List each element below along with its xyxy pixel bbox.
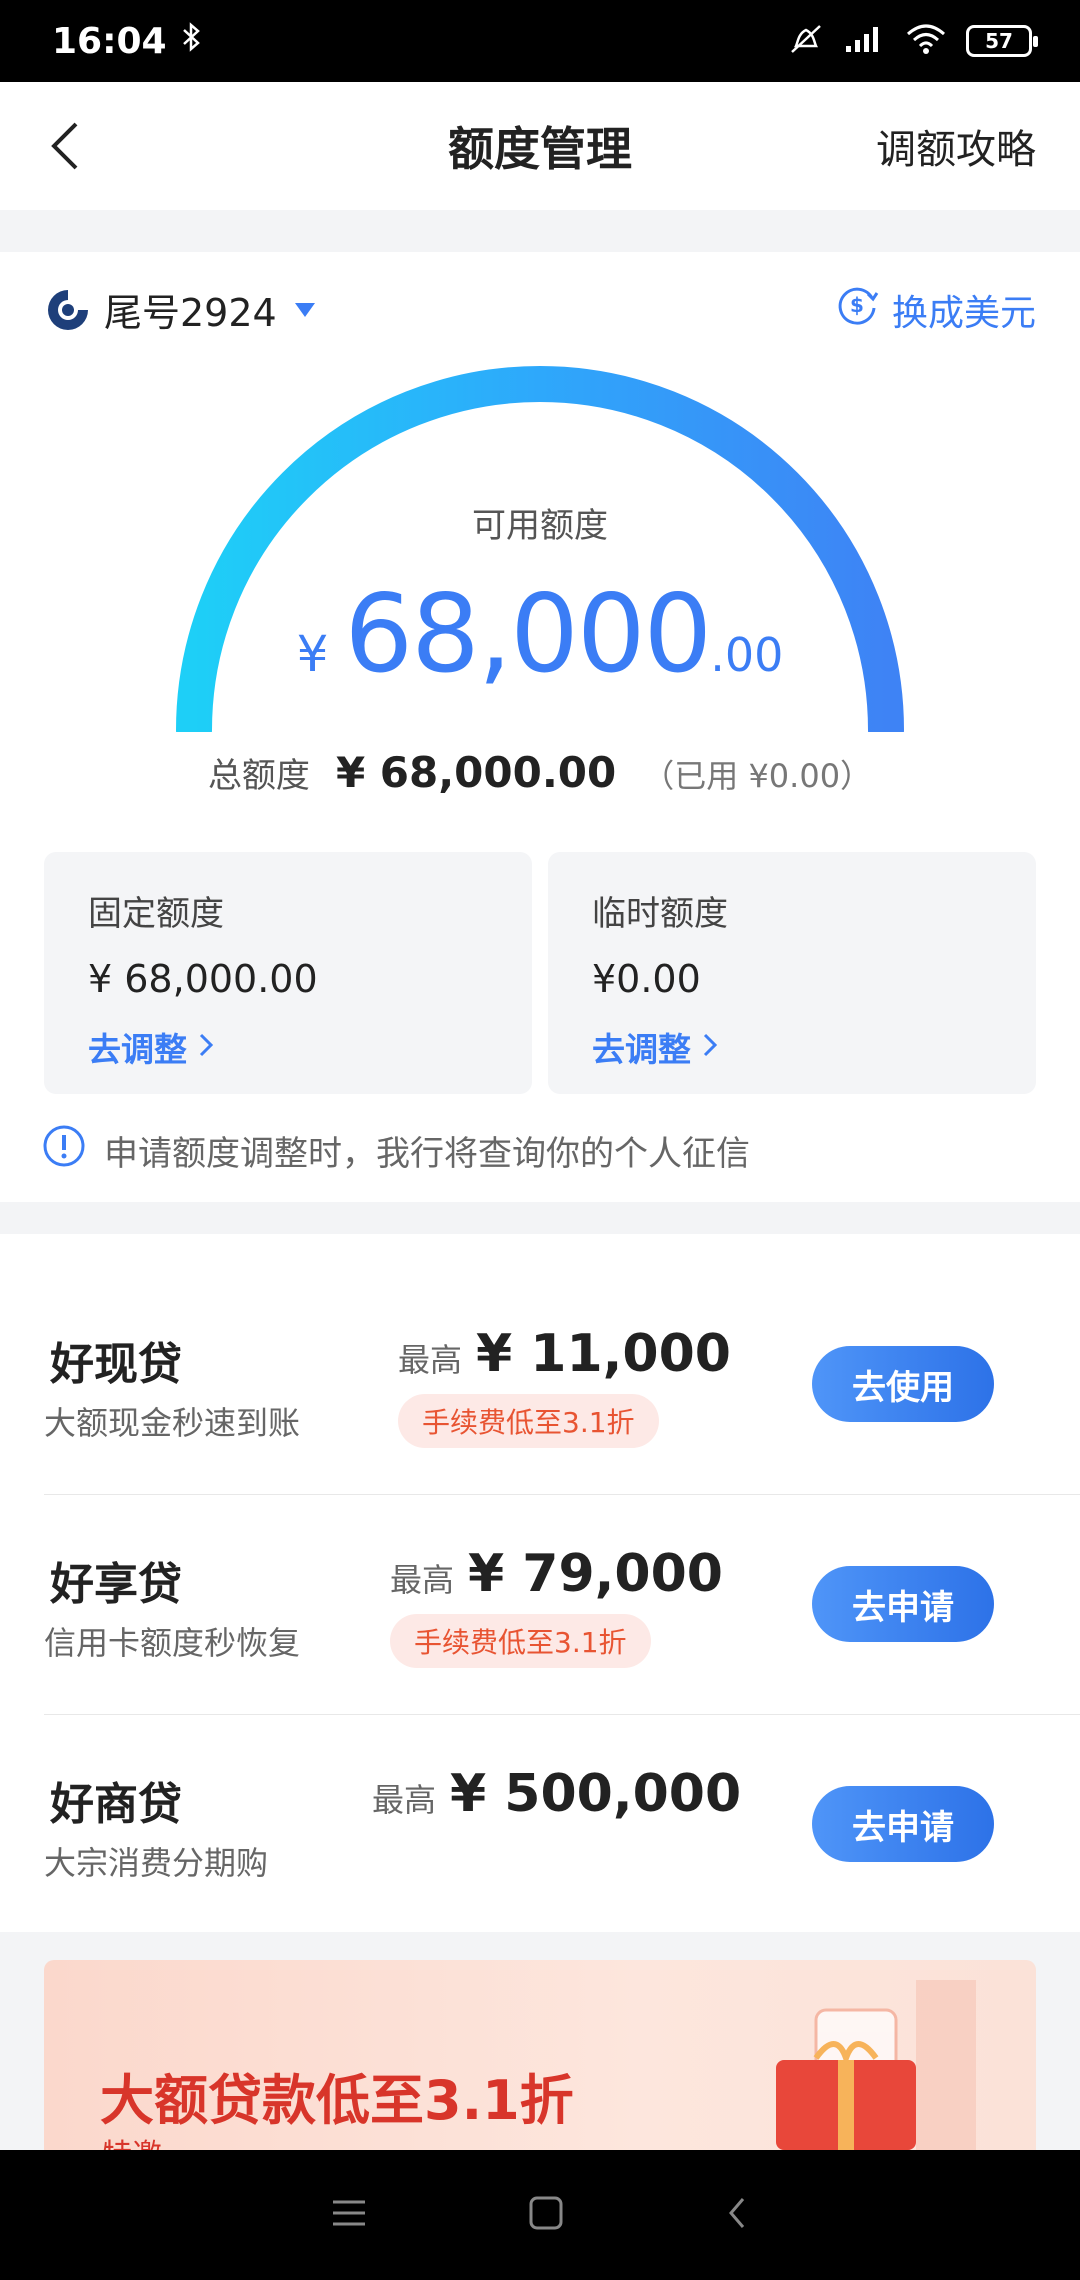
gift-illustration-icon [776,1980,976,2150]
credit-check-notice: 申请额度调整时，我行将查询你的个人征信 [42,1124,750,1177]
chevron-right-icon [197,1028,215,1067]
loan-max-value: ¥ 79,000 [468,1544,723,1604]
fixed-quota-box: 固定额度 ¥ 68,000.00 去调整 [44,852,532,1094]
info-circle-icon [42,1124,86,1177]
signal-icon [844,24,886,58]
credit-limit-card: 尾号2924 $ 换成美元 可用额度 ¥ 68,000 .00 总额度 ¥ 68… [0,252,1080,1202]
available-amount-cents: .00 [710,628,784,682]
header-bar: 额度管理 调额攻略 [0,82,1080,210]
status-time: 16:04 [52,20,167,62]
dollar-exchange-icon: $ [834,282,880,337]
status-bar: 16:04 57 [0,0,1080,82]
loan-max-label: 最高 [398,1341,463,1379]
loan-description: 大额现金秒速到账 [44,1404,301,1442]
loan-max-label: 最高 [372,1781,437,1819]
card-selector[interactable]: 尾号2924 [44,282,315,337]
mute-icon [788,22,824,60]
temp-quota-box: 临时额度 ¥0.00 去调整 [548,852,1036,1094]
total-limit-line: 总额度 ¥ 68,000.00 （已用 ¥0.00） [0,748,1080,797]
loan-name: 好享贷 [50,1559,182,1610]
nav-back-icon[interactable] [725,2195,749,2235]
home-square-icon[interactable] [528,2195,564,2235]
card-tail-number: 尾号2924 [104,291,277,335]
loan-max-value: ¥ 11,000 [476,1324,731,1384]
bank-logo-icon [44,286,92,334]
total-limit-label: 总额度 [207,756,310,796]
adjust-guide-link[interactable]: 调额攻略 [876,117,1036,175]
caret-down-icon [294,302,315,317]
used-amount: （已用 ¥0.00） [642,757,873,795]
battery-icon: 57 [966,25,1038,57]
loan-item: 好享贷 信用卡额度秒恢复 最高 ¥ 79,000 手续费低至3.1折 去申请 [0,1454,1080,1715]
apply-loan-button[interactable]: 去申请 [812,1786,994,1862]
fee-discount-tag: 手续费低至3.1折 [398,1394,659,1448]
system-nav-bar [0,2150,1080,2280]
temp-quota-adjust-label: 去调整 [592,1030,691,1069]
chevron-right-icon [701,1028,719,1067]
apply-loan-button[interactable]: 去申请 [812,1566,994,1642]
back-icon[interactable] [40,116,100,176]
loan-max-amount: 最高 ¥ 11,000 [398,1324,731,1384]
available-currency-symbol: ¥ [296,625,329,683]
loan-max-amount: 最高 ¥ 500,000 [372,1764,741,1824]
loan-description: 信用卡额度秒恢复 [44,1624,301,1662]
fixed-quota-value: ¥ 68,000.00 [88,957,318,1001]
fixed-quota-adjust-label: 去调整 [88,1030,187,1069]
bluetooth-icon [181,21,203,62]
total-limit-amount: ¥ 68,000.00 [335,748,617,797]
fee-discount-tag: 手续费低至3.1折 [390,1614,651,1668]
fixed-quota-adjust-link[interactable]: 去调整 [88,1023,488,1071]
available-amount: ¥ 68,000 .00 [0,572,1080,697]
loan-max-label: 最高 [390,1561,455,1599]
temp-quota-label: 临时额度 [592,894,728,934]
available-label: 可用额度 [472,506,608,546]
use-loan-button[interactable]: 去使用 [812,1346,994,1422]
menu-icon[interactable] [331,2198,367,2232]
loan-item: 好现贷 大额现金秒速到账 最高 ¥ 11,000 手续费低至3.1折 去使用 [0,1234,1080,1495]
banner-title: 大额贷款低至3.1折 [100,2069,574,2132]
loan-max-amount: 最高 ¥ 79,000 [390,1544,723,1604]
notice-text: 申请额度调整时，我行将查询你的个人征信 [104,1134,750,1174]
temp-quota-adjust-link[interactable]: 去调整 [592,1023,992,1071]
loan-description: 大宗消费分期购 [44,1844,269,1882]
fixed-quota-label: 固定额度 [88,894,224,934]
loan-name: 好现贷 [50,1339,182,1390]
banner-subtitle: 特邀 [102,2130,162,2150]
promo-banner[interactable]: 大额贷款低至3.1折 特邀 [44,1960,1036,2150]
loan-item: 好商贷 大宗消费分期购 最高 ¥ 500,000 去申请 [0,1674,1080,1892]
available-amount-integer: 68,000 [344,572,712,697]
currency-switch-button[interactable]: $ 换成美元 [834,282,1036,337]
loan-products: 好现贷 大额现金秒速到账 最高 ¥ 11,000 手续费低至3.1折 去使用 好… [0,1234,1080,1932]
wifi-icon [906,24,946,58]
svg-text:$: $ [850,293,864,317]
temp-quota-value: ¥0.00 [592,957,701,1001]
loan-max-value: ¥ 500,000 [450,1764,742,1824]
loan-name: 好商贷 [50,1779,182,1830]
currency-switch-label: 换成美元 [891,292,1036,334]
page-title: 额度管理 [448,122,632,176]
